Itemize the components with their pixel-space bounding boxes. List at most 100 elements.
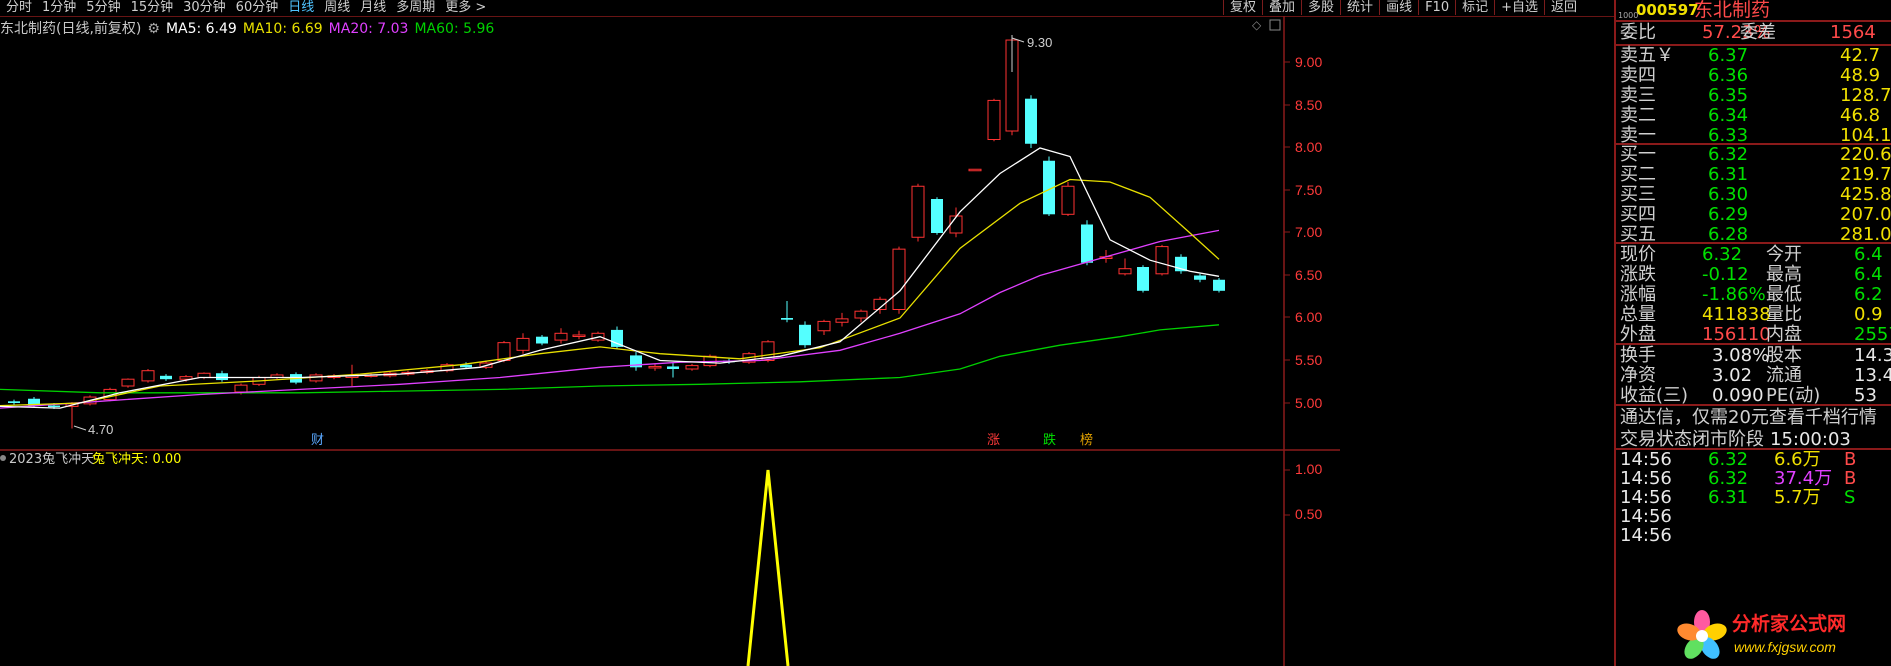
marker-limit-down: 跌 <box>1043 432 1056 448</box>
window-toggle-icon <box>1269 19 1281 31</box>
y-tick-5_5: 5.50 <box>1295 352 1322 368</box>
candlestick <box>216 370 228 382</box>
stats-button[interactable]: 统计 <box>1340 0 1379 15</box>
candlestick <box>1213 278 1225 293</box>
stock-terminal-window: 9.30 4.70 9.00 8.50 8.00 7.50 7.00 6.50 … <box>0 0 1891 666</box>
indicator-spike <box>746 469 790 666</box>
f10-button[interactable]: F10 <box>1418 0 1455 15</box>
sub-chart-title: 2023兔飞冲天 <box>9 452 94 467</box>
tab-multi-period[interactable]: 多周期 <box>396 0 435 15</box>
candlestick <box>1175 254 1187 274</box>
ma5-value: MA5: 6.49 <box>165 21 237 37</box>
sub-indicator-dot-icon <box>0 455 6 461</box>
quote-panel: 1000 000597 东北制药 委比 57.23% 委差 1564 卖五￥ 6.… <box>1614 0 1891 666</box>
site-watermark: 分析家公式网 www.fxjgsw.com <box>1677 610 1846 659</box>
stock-name: 东北制药 <box>1694 0 1771 21</box>
candlestick <box>630 352 642 371</box>
candlestick <box>648 363 662 371</box>
tab-1min[interactable]: 1分钟 <box>42 0 76 15</box>
tab-15min[interactable]: 15分钟 <box>131 0 174 15</box>
tick-time: 14:56 <box>1620 525 1672 546</box>
tab-5min[interactable]: 5分钟 <box>86 0 120 15</box>
tab-weekly[interactable]: 周线 <box>324 0 350 15</box>
candlestick <box>781 301 793 323</box>
promo-text[interactable]: 通达信，仅需20元查看千档行情 <box>1616 406 1891 430</box>
ma-legend: 东北制药(日线,前复权) ⚙ MA5: 6.49 MA10: 6.69 MA20: 7.… <box>0 18 500 37</box>
mark-button[interactable]: 标记 <box>1455 0 1494 15</box>
tab-daily[interactable]: 日线 <box>288 0 314 15</box>
adjust-button[interactable]: 复权 <box>1223 0 1262 15</box>
candlestick <box>968 168 982 172</box>
candlestick <box>1194 273 1206 283</box>
watermark-brand: 分析家公式网 <box>1732 612 1846 635</box>
stock-header: 1000 000597 东北制药 <box>1616 0 1891 20</box>
ma20-line <box>0 229 1220 409</box>
candlestick <box>1081 220 1093 266</box>
sub-chart-value: 兔飞冲天: 0.00 <box>92 452 181 467</box>
tab-more[interactable]: 更多 > <box>445 0 486 15</box>
period-tabs: 分时 1分钟 5分钟 15分钟 30分钟 60分钟 日线 周线 月线 多周期 更多 > <box>6 0 496 15</box>
add-watchlist-button[interactable]: +自选 <box>1494 0 1544 15</box>
candlestick <box>1155 244 1169 276</box>
candlestick <box>1137 265 1149 293</box>
candlestick <box>1025 95 1037 148</box>
kline-chart[interactable]: 9.30 4.70 9.00 8.50 8.00 7.50 7.00 6.50 … <box>0 0 1614 666</box>
candlestick <box>1061 182 1075 216</box>
stock-code: 000597 <box>1636 1 1699 19</box>
multi-stock-button[interactable]: 多股 <box>1301 0 1340 15</box>
marker-limit-up: 涨 <box>987 433 1000 448</box>
candlestick <box>911 183 925 242</box>
diamond-icon: ◇ <box>1252 18 1262 32</box>
back-button[interactable]: 返回 <box>1544 0 1583 15</box>
settings-gear-icon[interactable]: ⚙ <box>147 21 160 37</box>
candlestick <box>121 378 135 388</box>
candlestick <box>667 362 679 378</box>
candlestick <box>685 363 699 371</box>
y-tick-5: 5.00 <box>1295 395 1322 411</box>
overlay-button[interactable]: 叠加 <box>1262 0 1301 15</box>
high-price-label: 9.30 <box>1027 35 1052 50</box>
marker-rank: 榜 <box>1080 432 1093 448</box>
marker-finance: 财 <box>311 433 324 448</box>
low-price-label: 4.70 <box>88 422 113 437</box>
draw-line-button[interactable]: 画线 <box>1379 0 1418 15</box>
tab-fenshi[interactable]: 分时 <box>6 0 32 15</box>
sub-y-tick-0_5: 0.50 <box>1295 506 1322 522</box>
y-tick-7: 7.00 <box>1295 224 1322 240</box>
candlestick <box>987 98 1001 142</box>
ma60-value: MA60: 5.96 <box>414 21 495 37</box>
weibi-row: 委比 57.23% 委差 1564 <box>1620 22 1876 43</box>
ma5-line <box>0 147 1220 409</box>
ma10-line <box>0 178 1220 407</box>
candlestick <box>892 246 906 314</box>
flower-logo-icon <box>1677 610 1727 659</box>
y-tick-8_5: 8.50 <box>1295 97 1322 113</box>
candlestick <box>536 335 548 346</box>
candlestick <box>516 333 530 354</box>
y-tick-7_5: 7.50 <box>1295 182 1322 198</box>
candlestick <box>931 197 943 235</box>
candlestick <box>817 319 831 335</box>
candlestick <box>1118 258 1132 276</box>
candlestick <box>799 321 811 348</box>
y-tick-9: 9.00 <box>1295 54 1322 70</box>
watermark-url: www.fxjgsw.com <box>1734 639 1836 655</box>
tick-row[interactable]: 14:56 <box>1616 524 1891 548</box>
top-toolbar: 分时 1分钟 5分钟 15分钟 30分钟 60分钟 日线 周线 月线 多周期 更多 > 复权 叠加 多股… <box>0 0 1614 16</box>
candlestick <box>1043 156 1055 216</box>
tab-monthly[interactable]: 月线 <box>360 0 386 15</box>
tab-60min[interactable]: 60分钟 <box>236 0 279 15</box>
candlestick <box>835 312 849 327</box>
tool-buttons: 复权 叠加 多股 统计 画线 F10 标记 +自选 返回 <box>1223 0 1583 15</box>
sub-y-tick-1: 1.00 <box>1295 461 1322 477</box>
ma60-line <box>0 324 1220 394</box>
y-tick-8: 8.00 <box>1295 139 1322 155</box>
candlestick <box>554 328 568 344</box>
y-tick-6: 6.00 <box>1295 309 1322 325</box>
y-tick-6_5: 6.50 <box>1295 267 1322 283</box>
candlestick <box>141 369 155 383</box>
candlestick <box>270 373 284 380</box>
chart-title: 东北制药(日线,前复权) <box>0 21 142 37</box>
candlestick <box>572 330 586 340</box>
tab-30min[interactable]: 30分钟 <box>183 0 226 15</box>
